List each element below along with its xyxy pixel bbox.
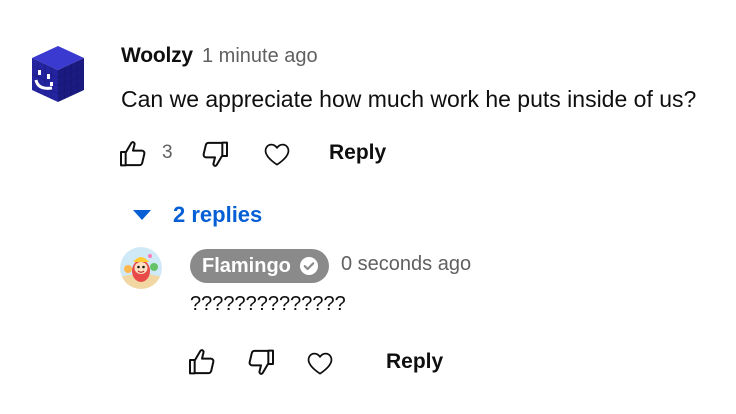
replies-toggle[interactable]: 2 replies: [130, 198, 262, 232]
thumbs-down-icon: [248, 349, 274, 375]
heart-outline-icon: [307, 352, 333, 375]
like-button[interactable]: [117, 138, 149, 170]
cartoon-character-avatar-icon: [120, 247, 162, 289]
reply-like-button[interactable]: [186, 346, 218, 378]
reply-timestamp[interactable]: 0 seconds ago: [341, 253, 471, 276]
like-count: 3: [162, 142, 173, 163]
thumbs-up-icon: [120, 141, 146, 167]
comment-text: Can we appreciate how much work he puts …: [121, 86, 697, 112]
reply-author-badge[interactable]: Flamingo: [190, 249, 329, 283]
replies-count-label: 2 replies: [173, 202, 263, 227]
reply-text: ??????????????: [190, 293, 346, 315]
reply-button[interactable]: Reply: [329, 141, 386, 165]
reply-reply-button[interactable]: Reply: [386, 350, 443, 374]
blue-cube-smiley-avatar-icon: [31, 46, 85, 102]
commenter-name[interactable]: Woolzy: [121, 44, 193, 68]
thumbs-up-icon: [189, 349, 215, 375]
comment-timestamp[interactable]: 1 minute ago: [202, 45, 318, 68]
reply-author-avatar[interactable]: [120, 247, 162, 289]
heart-outline-icon: [264, 143, 290, 166]
thumbs-down-icon: [202, 141, 228, 167]
caret-down-icon: [133, 210, 151, 220]
commenter-avatar[interactable]: [26, 42, 90, 106]
reply-dislike-button[interactable]: [245, 346, 277, 378]
heart-button[interactable]: [262, 139, 292, 169]
dislike-button[interactable]: [199, 138, 231, 170]
reply-author-name: Flamingo: [202, 254, 291, 277]
verified-check-icon: [299, 257, 318, 275]
reply-heart-button[interactable]: [305, 348, 335, 378]
